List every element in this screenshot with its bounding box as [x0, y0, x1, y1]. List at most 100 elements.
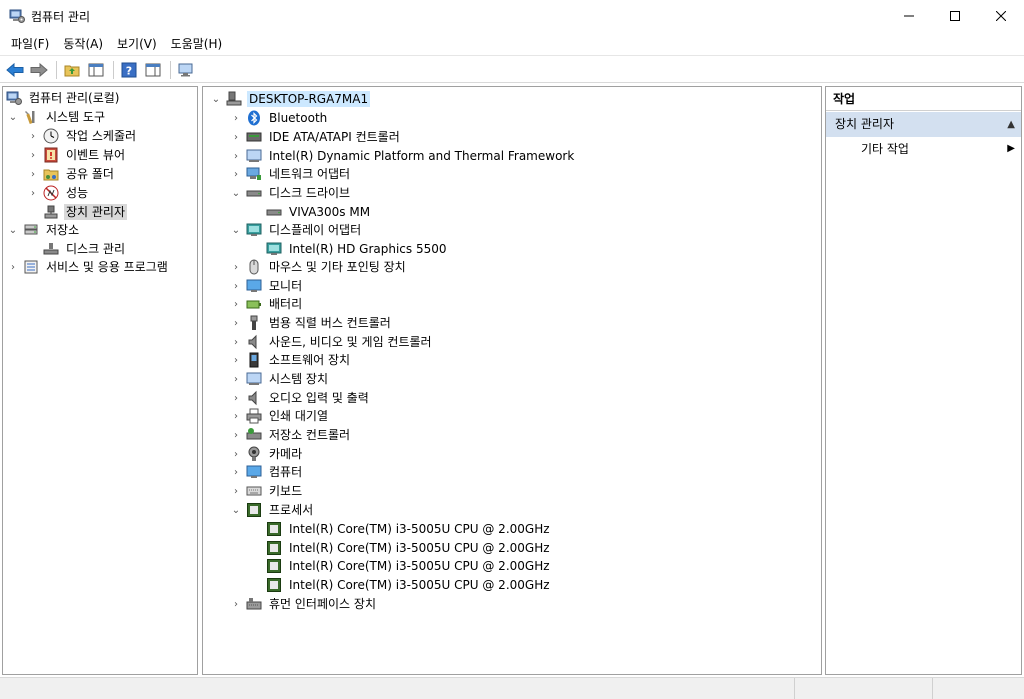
minimize-button[interactable] [886, 0, 932, 32]
chevron-right-icon[interactable]: › [229, 277, 243, 295]
tree-item-batteries[interactable]: › 배터리 [229, 295, 304, 313]
tree-item-mice[interactable]: › 마우스 및 기타 포인팅 장치 [229, 258, 408, 276]
tree-item-label: 사운드, 비디오 및 게임 컨트롤러 [269, 335, 432, 349]
minimize-icon [904, 15, 914, 17]
tree-item-disk-viva300s[interactable]: VIVA300s MM [266, 203, 372, 221]
tree-item-intel-dptf[interactable]: › Intel(R) Dynamic Platform and Thermal … [229, 147, 576, 165]
menu-view[interactable]: 보기(V) [110, 33, 164, 55]
tree-item-cpu[interactable]: Intel(R) Core(TM) i3-5005U CPU @ 2.00GHz [266, 557, 552, 575]
tree-item-computer-management[interactable]: 컴퓨터 관리(로컬) [6, 89, 121, 107]
tree-item-computer-root[interactable]: ⌄ DESKTOP-RGA7MA1 [209, 90, 371, 108]
back-button[interactable] [4, 59, 26, 81]
chevron-down-icon[interactable]: ⌄ [229, 184, 243, 202]
tree-item-ide-controller[interactable]: › IDE ATA/ATAPI 컨트롤러 [229, 128, 402, 146]
tree-item-device-manager[interactable]: 장치 관리자 [43, 203, 128, 221]
tree-item-system-tools[interactable]: ⌄ 시스템 도구 [6, 108, 107, 126]
tree-item-event-viewer[interactable]: › 이벤트 뷰어 [26, 146, 127, 164]
chevron-down-icon[interactable]: ⌄ [6, 221, 20, 239]
chevron-right-icon[interactable]: › [229, 333, 243, 351]
tree-item-intel-hd-graphics[interactable]: Intel(R) HD Graphics 5500 [266, 240, 449, 258]
chevron-right-icon[interactable]: › [229, 295, 243, 313]
chevron-right-icon[interactable]: › [229, 482, 243, 500]
tree-item-label: 시스템 장치 [269, 372, 329, 386]
chevron-right-icon[interactable]: › [26, 127, 40, 145]
chevron-right-icon[interactable]: › [229, 426, 243, 444]
tree-item-disk-management[interactable]: 디스크 관리 [43, 240, 127, 258]
tree-item-cameras[interactable]: › 카메라 [229, 445, 304, 463]
chevron-down-icon[interactable]: ⌄ [209, 90, 223, 108]
tree-item-storage[interactable]: ⌄ 저장소 [6, 221, 81, 239]
action-more-actions[interactable]: 기타 작업 ▶ [826, 137, 1021, 161]
tree-item-print-queues[interactable]: › 인쇄 대기열 [229, 407, 330, 425]
tree-item-display-adapters[interactable]: ⌄ 디스플레이 어댑터 [229, 221, 363, 239]
menu-action[interactable]: 동작(A) [56, 33, 110, 55]
tree-item-disk-drives[interactable]: ⌄ 디스크 드라이브 [229, 184, 352, 202]
chevron-right-icon[interactable]: › [229, 147, 243, 165]
tree-item-computer[interactable]: › 컴퓨터 [229, 463, 304, 481]
chevron-right-icon[interactable]: › [26, 184, 40, 202]
tree-item-audio-io[interactable]: › 오디오 입력 및 출력 [229, 389, 371, 407]
scan-hardware-button[interactable] [175, 59, 197, 81]
tree-item-network-adapters[interactable]: › 네트워크 어댑터 [229, 165, 352, 183]
chevron-right-icon[interactable]: › [229, 445, 243, 463]
tree-item-system-devices[interactable]: › 시스템 장치 [229, 370, 330, 388]
shared-folder-icon [43, 166, 59, 182]
chevron-right-icon[interactable]: › [229, 389, 243, 407]
tree-item-cpu[interactable]: Intel(R) Core(TM) i3-5005U CPU @ 2.00GHz [266, 539, 552, 557]
tree-item-software-devices[interactable]: › 소프트웨어 장치 [229, 351, 352, 369]
tree-item-label: 이벤트 뷰어 [66, 148, 126, 162]
tree-item-sound-video-game[interactable]: › 사운드, 비디오 및 게임 컨트롤러 [229, 333, 434, 351]
up-button[interactable] [61, 59, 83, 81]
menu-file[interactable]: 파일(F) [4, 33, 56, 55]
chevron-down-icon[interactable]: ⌄ [229, 501, 243, 519]
tree-item-monitors[interactable]: › 모니터 [229, 277, 304, 295]
tree-item-hid[interactable]: › 휴먼 인터페이스 장치 [229, 595, 378, 613]
tree-item-cpu[interactable]: Intel(R) Core(TM) i3-5005U CPU @ 2.00GHz [266, 520, 552, 538]
tree-item-keyboards[interactable]: › 키보드 [229, 482, 304, 500]
chevron-right-icon[interactable]: › [6, 258, 20, 276]
collapse-up-icon[interactable]: ▲ [1007, 112, 1015, 137]
tree-item-processors[interactable]: ⌄ 프로세서 [229, 501, 315, 519]
actions-pane: 작업 장치 관리자 ▲ 기타 작업 ▶ [825, 86, 1022, 675]
tree-item-performance[interactable]: › 성능 [26, 184, 90, 202]
chevron-right-icon[interactable]: › [229, 595, 243, 613]
forward-button[interactable] [28, 59, 50, 81]
tree-item-label: 저장소 [46, 223, 80, 237]
menu-help[interactable]: 도움말(H) [164, 33, 230, 55]
chevron-right-icon[interactable]: › [229, 165, 243, 183]
chevron-right-icon[interactable]: › [229, 351, 243, 369]
tree-item-services-apps[interactable]: › 서비스 및 응용 프로그램 [6, 258, 170, 276]
disk-management-icon [43, 241, 59, 257]
chevron-right-icon[interactable]: › [26, 146, 40, 164]
close-button[interactable] [978, 0, 1024, 32]
actions-section-device-manager[interactable]: 장치 관리자 ▲ [826, 112, 1021, 137]
title-bar: 컴퓨터 관리 [0, 0, 1024, 32]
tree-item-bluetooth[interactable]: › Bluetooth [229, 109, 329, 127]
tree-item-storage-controllers[interactable]: › 저장소 컨트롤러 [229, 426, 352, 444]
chevron-right-icon[interactable]: › [229, 128, 243, 146]
tree-item-label: 모니터 [269, 279, 303, 293]
tree-item-label: 저장소 컨트롤러 [269, 428, 351, 442]
help-button[interactable]: ? [118, 59, 140, 81]
chevron-right-icon[interactable]: › [229, 109, 243, 127]
chevron-right-icon[interactable]: › [229, 370, 243, 388]
chevron-right-icon[interactable]: › [229, 407, 243, 425]
show-hide-tree-button[interactable] [85, 59, 107, 81]
services-icon [23, 259, 39, 275]
clock-icon [43, 128, 59, 144]
chevron-right-icon[interactable]: › [229, 314, 243, 332]
tree-item-cpu[interactable]: Intel(R) Core(TM) i3-5005U CPU @ 2.00GHz [266, 576, 552, 594]
chevron-right-icon[interactable]: › [229, 463, 243, 481]
maximize-button[interactable] [932, 0, 978, 32]
chevron-down-icon[interactable]: ⌄ [6, 108, 20, 126]
tree-item-label: 휴먼 인터페이스 장치 [269, 597, 376, 611]
display-adapter-icon [266, 241, 282, 257]
tree-item-shared-folders[interactable]: › 공유 폴더 [26, 165, 116, 183]
chevron-right-icon[interactable]: › [26, 165, 40, 183]
tree-item-usb-controllers[interactable]: › 범용 직렬 버스 컨트롤러 [229, 314, 393, 332]
tree-item-task-scheduler[interactable]: › 작업 스케줄러 [26, 127, 138, 145]
properties-button[interactable] [142, 59, 164, 81]
chevron-down-icon[interactable]: ⌄ [229, 221, 243, 239]
forward-arrow-icon [30, 62, 48, 77]
chevron-right-icon[interactable]: › [229, 258, 243, 276]
